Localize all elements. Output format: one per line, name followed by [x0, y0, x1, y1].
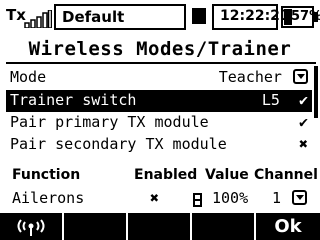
- signal-indicator: Tx: [2, 4, 54, 30]
- status-bar: Tx Default 12:22:21 57%: [0, 0, 320, 34]
- stop-square-icon: [192, 8, 206, 24]
- scrollbar-thumb[interactable]: [314, 66, 318, 118]
- enabled-toggle[interactable]: ✖: [150, 189, 159, 207]
- fkey-wireless[interactable]: [0, 213, 62, 240]
- fkey-3[interactable]: [128, 213, 190, 240]
- channel-select[interactable]: 1: [272, 189, 308, 207]
- clock-time: 12:22:21: [220, 8, 290, 24]
- trainer-switch-value[interactable]: L5 ✔: [262, 91, 308, 109]
- check-icon: ✔: [298, 91, 308, 109]
- trainer-switch-label: Trainer switch: [10, 91, 137, 109]
- function-key-bar: Ok: [0, 213, 320, 240]
- mode-value[interactable]: Teacher: [219, 68, 308, 86]
- header-function: Function: [12, 167, 81, 183]
- dropdown-icon: [292, 190, 308, 205]
- trainer-switch-value-text: L5: [261, 91, 280, 109]
- mode-value-text: Teacher: [218, 68, 282, 86]
- pair-primary-label: Pair primary TX module: [10, 113, 209, 131]
- battery-cap: [314, 12, 318, 22]
- clock-box: 12:22:21: [212, 4, 290, 30]
- pair-primary-row[interactable]: Pair primary TX module ✔: [6, 112, 312, 134]
- battery-icon: 57%: [281, 6, 320, 28]
- mode-row[interactable]: Mode Teacher: [6, 67, 312, 89]
- function-name: Ailerons: [12, 189, 85, 207]
- header-value: Value: [205, 167, 249, 183]
- page-title: Wireless Modes/Trainer: [28, 38, 292, 60]
- pair-secondary-value[interactable]: ✖: [299, 135, 308, 153]
- tx-label: Tx: [6, 6, 26, 24]
- header-channel: Channel: [254, 167, 318, 183]
- model-name-box[interactable]: Default: [54, 4, 186, 30]
- signal-bars-icon: [24, 10, 52, 28]
- trainer-switch-row[interactable]: Trainer switch L5 ✔: [6, 90, 312, 112]
- pair-secondary-label: Pair secondary TX module: [10, 135, 227, 153]
- cross-icon: ✖: [298, 135, 308, 153]
- dropdown-icon: [293, 69, 308, 84]
- fkey-2[interactable]: [64, 213, 126, 240]
- check-icon: ✔: [298, 113, 308, 131]
- pair-primary-value[interactable]: ✔: [299, 113, 308, 131]
- function-value[interactable]: 100%: [212, 189, 248, 207]
- model-name: Default: [62, 8, 125, 26]
- wireless-antenna-icon: [17, 219, 45, 236]
- value-mode-icon[interactable]: [193, 193, 202, 207]
- fkey-4[interactable]: [192, 213, 254, 240]
- mode-label: Mode: [10, 68, 47, 86]
- channel-value: 1: [272, 189, 282, 207]
- title-divider: [6, 62, 316, 64]
- header-enabled: Enabled: [134, 167, 198, 183]
- pair-secondary-row[interactable]: Pair secondary TX module ✖: [6, 134, 312, 156]
- ok-button[interactable]: Ok: [256, 213, 320, 240]
